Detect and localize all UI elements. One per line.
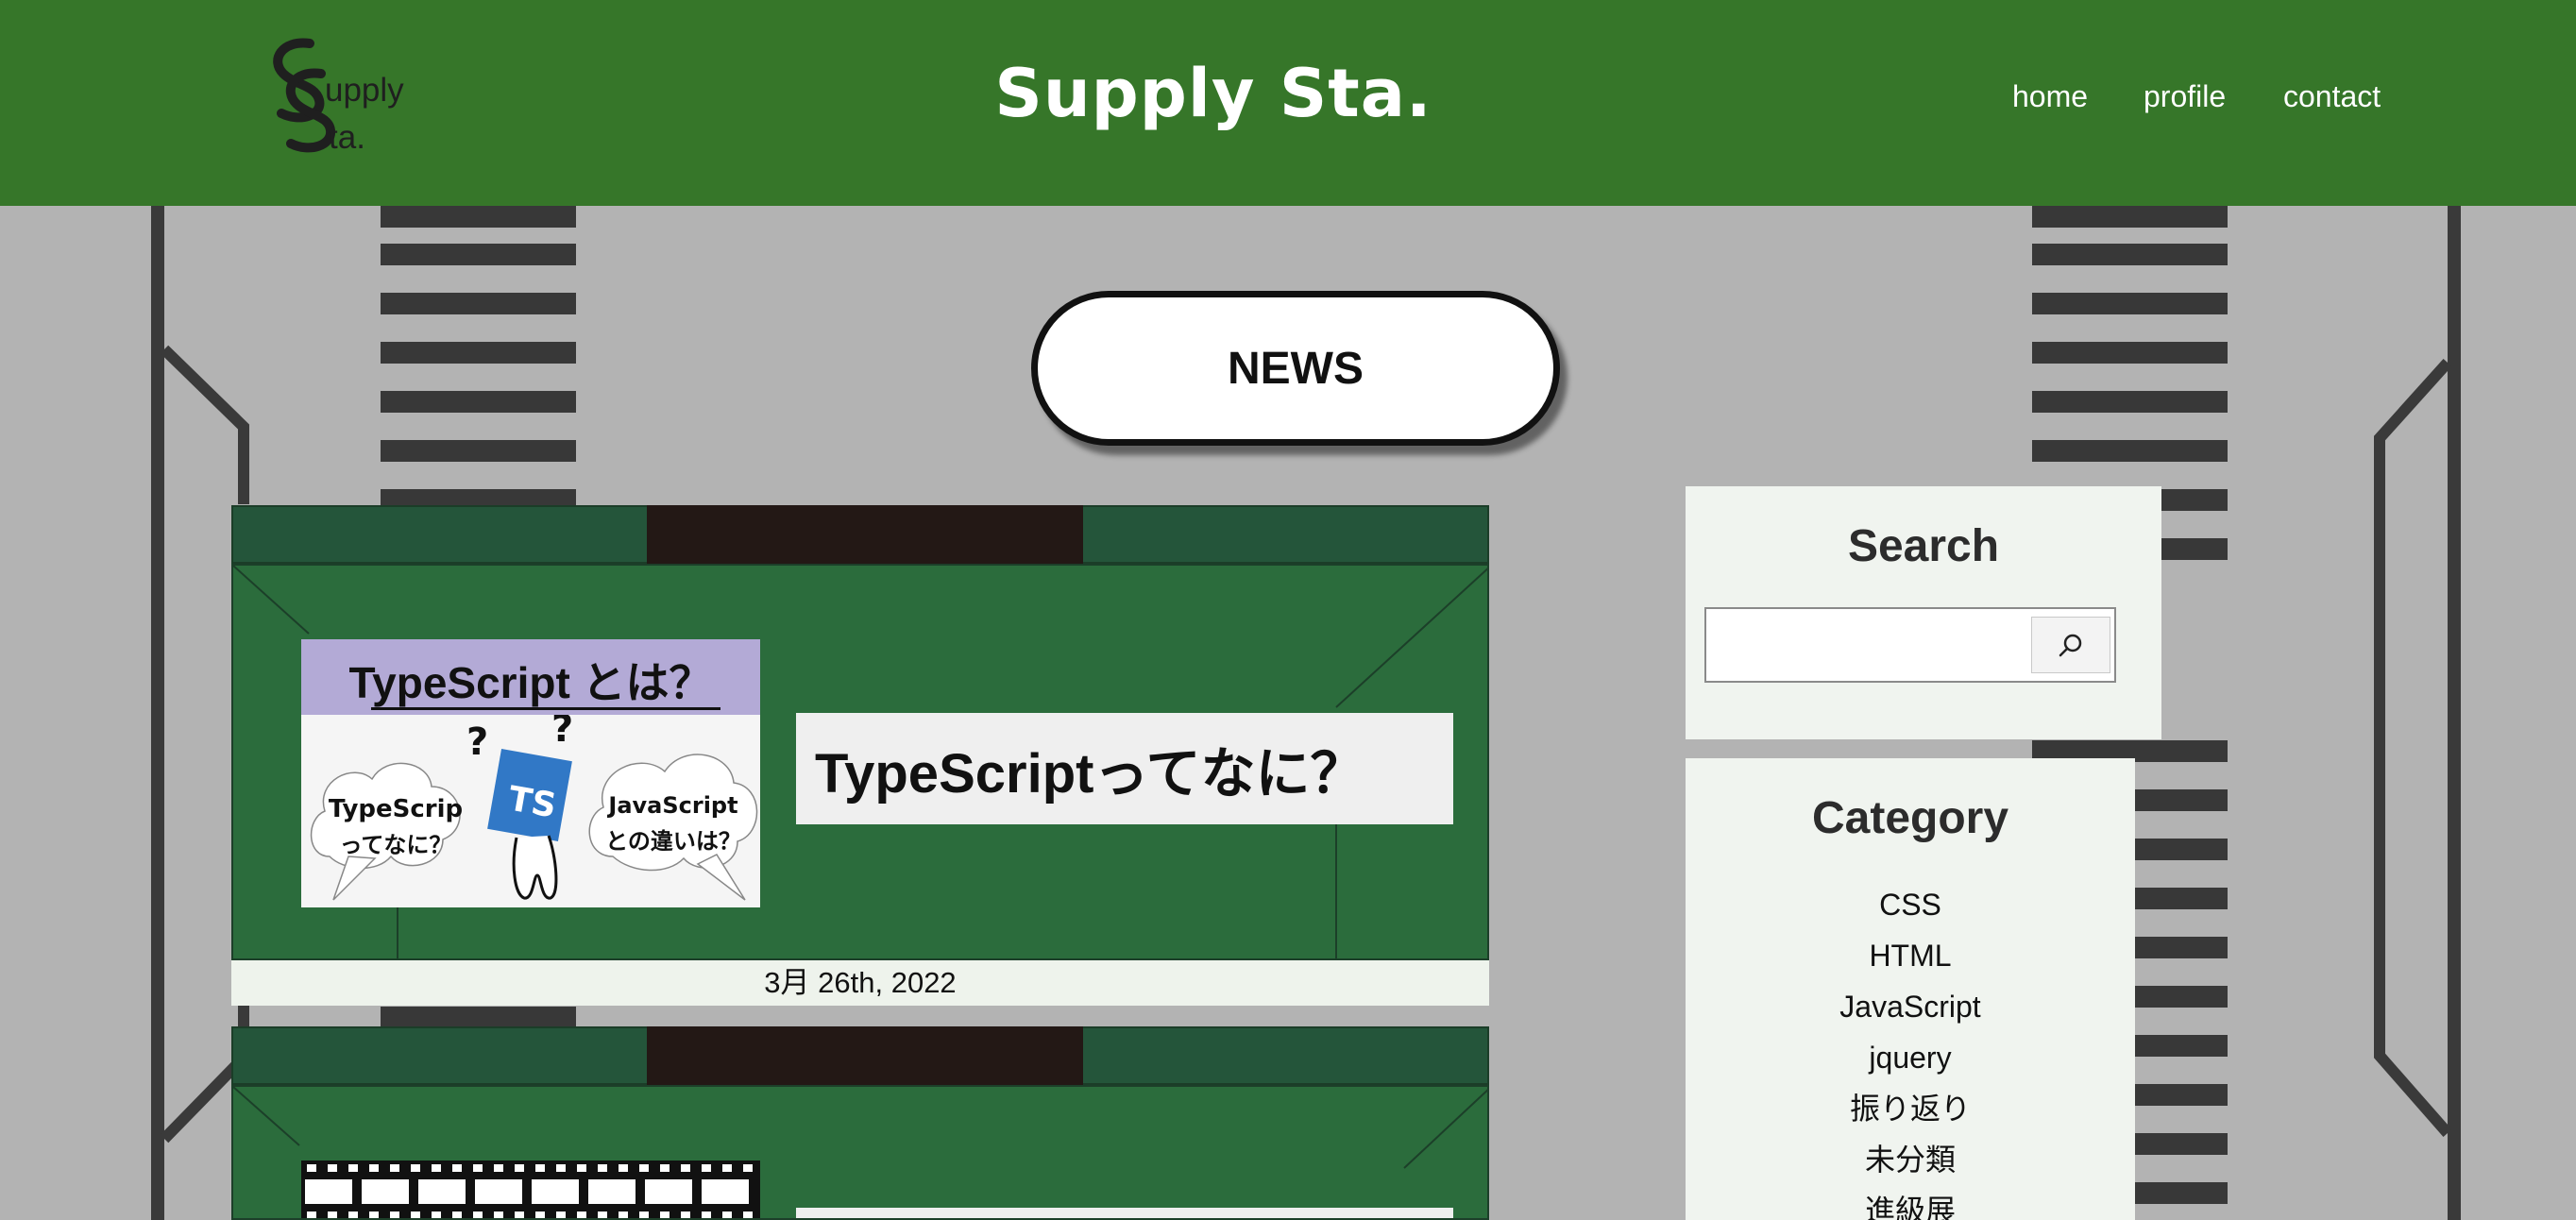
category-item[interactable]: jquery xyxy=(1686,1032,2135,1083)
search-input[interactable] xyxy=(1710,613,2027,677)
category-item[interactable]: HTML xyxy=(1686,930,2135,981)
thumbnail-title: TypeScript とは？ xyxy=(348,658,713,707)
post-title[interactable] xyxy=(796,1208,1453,1218)
card-body xyxy=(231,1085,1489,1220)
bubble-left-line2: ってなに？ xyxy=(340,832,452,858)
search-widget: Search xyxy=(1686,486,2161,739)
nav-contact[interactable]: contact xyxy=(2283,79,2381,114)
bubble-right-line1: JavaScript xyxy=(606,792,737,819)
card-body: TypeScript とは？ TypeScrip ってなに？ JavaScrip… xyxy=(231,564,1489,960)
nav-profile[interactable]: profile xyxy=(2144,79,2226,114)
nav-home[interactable]: home xyxy=(2012,79,2088,114)
category-item[interactable]: 進級展 xyxy=(1686,1185,2135,1220)
post-card[interactable]: TypeScript とは？ TypeScrip ってなに？ JavaScrip… xyxy=(231,505,1489,1006)
post-thumbnail[interactable]: TypeScript とは？ TypeScrip ってなに？ JavaScrip… xyxy=(301,639,760,907)
site-title[interactable]: Supply Sta. xyxy=(991,55,1435,132)
category-item[interactable]: JavaScript xyxy=(1686,981,2135,1032)
category-widget: Category CSS HTML JavaScript jquery 振り返り… xyxy=(1686,758,2135,1220)
site-header: upply ta. Supply Sta. home profile conta… xyxy=(0,0,2576,206)
logo-text-line2: ta. xyxy=(329,119,365,156)
post-title[interactable]: TypeScriptってなに？ xyxy=(796,713,1453,824)
svg-text:?: ? xyxy=(466,720,488,764)
category-widget-title: Category xyxy=(1811,793,2009,843)
card-top-accent xyxy=(647,505,1083,564)
card-top-accent xyxy=(647,1026,1083,1085)
site-logo[interactable]: upply ta. xyxy=(263,32,423,164)
category-list: CSS HTML JavaScript jquery 振り返り 未分類 進級展 xyxy=(1686,879,2135,1220)
film-strip-icon xyxy=(301,1161,760,1218)
bubble-left-line1: TypeScrip xyxy=(329,795,463,823)
category-item[interactable]: CSS xyxy=(1686,879,2135,930)
thumbnail-underline xyxy=(371,707,720,710)
bubble-right-line2: との違いは？ xyxy=(605,828,741,855)
search-widget-title: Search xyxy=(1847,521,2000,571)
ts-badge-text: TS xyxy=(505,780,559,826)
thumbnail-illustration: TypeScrip ってなに？ JavaScript との違いは？ ? ? TS xyxy=(310,715,758,901)
search-form xyxy=(1704,607,2116,683)
news-heading: NEWS xyxy=(1031,291,1560,446)
svg-text:?: ? xyxy=(551,715,573,751)
post-thumbnail[interactable] xyxy=(301,1161,760,1218)
post-date: 3月 26th, 2022 xyxy=(231,960,1489,1006)
search-icon xyxy=(2059,634,2082,657)
category-item[interactable]: 未分類 xyxy=(1686,1134,2135,1185)
logo-text-line1: upply xyxy=(325,72,404,109)
post-card[interactable] xyxy=(231,1026,1489,1220)
search-button[interactable] xyxy=(2031,617,2110,673)
category-item[interactable]: 振り返り xyxy=(1686,1083,2135,1134)
